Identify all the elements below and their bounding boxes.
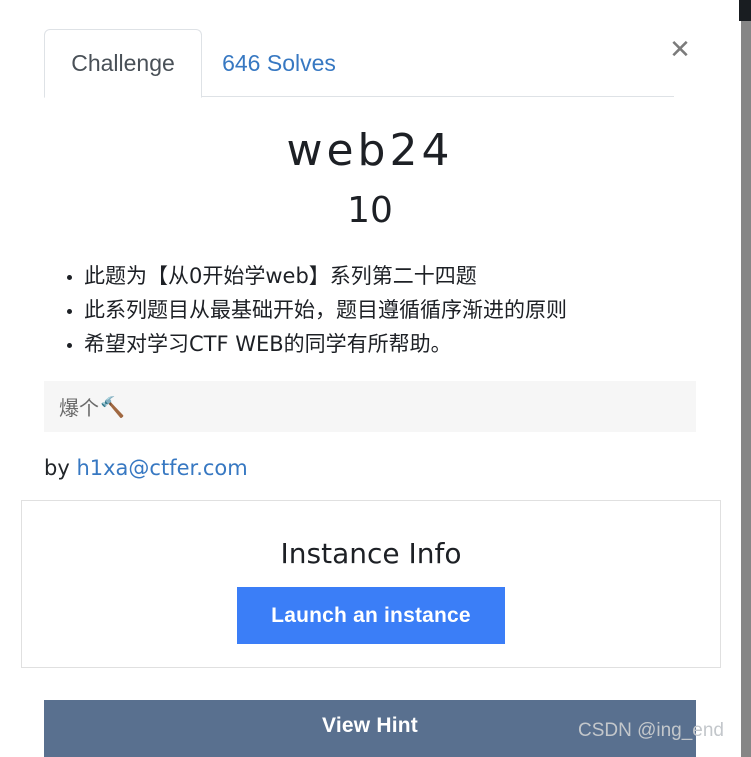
author-email-link[interactable]: h1xa@ctfer.com — [76, 456, 247, 480]
challenge-modal: Challenge 646 Solves ✕ web24 10 此题为【从0开始… — [0, 0, 740, 757]
list-item: 希望对学习CTF WEB的同学有所帮助。 — [84, 327, 696, 361]
tab-challenge[interactable]: Challenge — [44, 29, 202, 98]
hammer-emoji-icon: 🔨 — [100, 394, 125, 419]
list-item: 此题为【从0开始学web】系列第二十四题 — [84, 259, 696, 293]
tab-challenge-label: Challenge — [71, 50, 175, 76]
view-hint-button[interactable]: View Hint — [44, 700, 696, 757]
challenge-code-block: 爆个 🔨 — [44, 381, 696, 433]
instance-info-title: Instance Info — [280, 537, 462, 570]
modal-tab-strip: Challenge 646 Solves — [44, 29, 674, 98]
author-prefix: by — [44, 456, 77, 481]
author-line: by h1xa@ctfer.com — [44, 456, 696, 480]
page-scrollbar-track[interactable] — [739, 0, 751, 757]
challenge-description-list: 此题为【从0开始学web】系列第二十四题 此系列题目从最基础开始，题目遵循循序渐… — [44, 259, 696, 361]
list-item: 此系列题目从最基础开始，题目遵循循序渐进的原则 — [84, 293, 696, 327]
tab-solves[interactable]: 646 Solves — [210, 29, 348, 97]
launch-instance-button[interactable]: Launch an instance — [237, 587, 505, 644]
code-block-text: 爆个 — [59, 396, 99, 421]
challenge-value: 10 — [347, 189, 393, 231]
page-title: web24 — [286, 125, 454, 176]
tab-solves-label: 646 Solves — [222, 49, 336, 76]
scrollbar-top-cap — [739, 0, 751, 21]
close-icon[interactable]: ✕ — [666, 36, 694, 64]
view-hint-label: View Hint — [322, 714, 418, 737]
challenge-content: web24 10 此题为【从0开始学web】系列第二十四题 此系列题目从最基础开… — [44, 110, 696, 480]
instance-info-card: Instance Info Launch an instance — [21, 500, 721, 668]
page-scrollbar-thumb[interactable] — [741, 21, 751, 757]
